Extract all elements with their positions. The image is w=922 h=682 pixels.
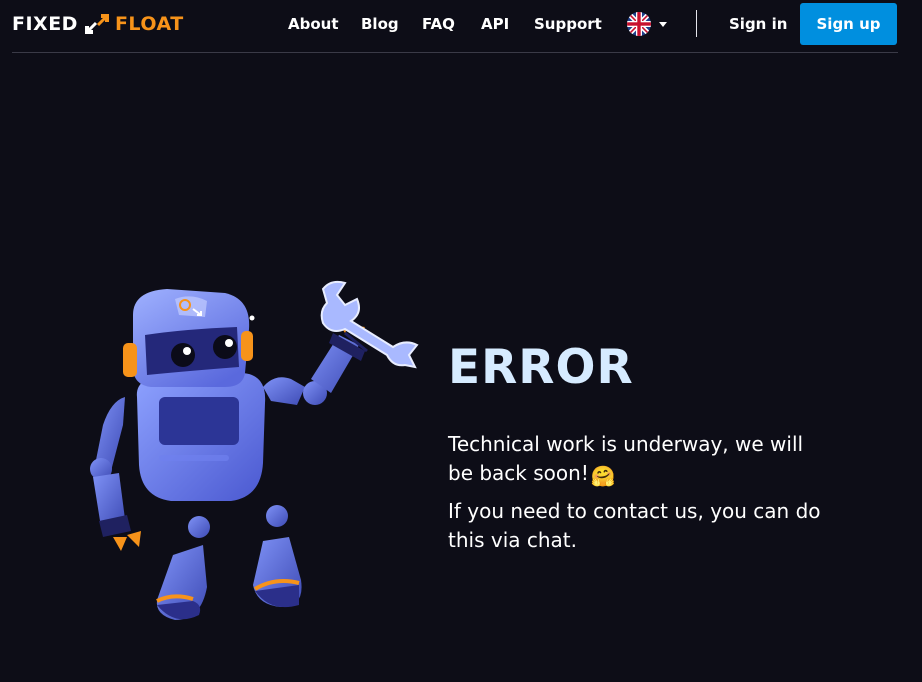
sign-up-button[interactable]: Sign up [800, 3, 897, 45]
robot-illustration [90, 280, 419, 620]
nav-blog-link[interactable]: Blog [361, 14, 399, 34]
error-message-text: Technical work is underway, we will be b… [448, 432, 804, 485]
logo-arrows-icon [84, 14, 109, 34]
chevron-down-icon [659, 22, 667, 27]
nav-about-link[interactable]: About [288, 14, 339, 34]
smiling-face-emoji: 🤗 [590, 464, 616, 488]
logo-text-fixed: FIXED [12, 13, 78, 35]
nav-faq-link[interactable]: FAQ [422, 14, 455, 34]
site-header: FIXED FLOAT About Blog FAQ API Support S… [0, 0, 922, 53]
error-message-primary: Technical work is underway, we will be b… [448, 430, 828, 491]
header-divider [696, 10, 697, 37]
logo-text-float: FLOAT [114, 13, 184, 35]
nav-support-link[interactable]: Support [534, 14, 602, 34]
error-message-contact: If you need to contact us, you can do th… [448, 499, 821, 552]
uk-flag-icon [627, 12, 651, 36]
language-selector[interactable] [627, 12, 670, 36]
error-title: ERROR [448, 340, 634, 395]
sign-in-link[interactable]: Sign in [729, 14, 787, 34]
fixedfloat-logo[interactable]: FIXED FLOAT [12, 12, 184, 36]
nav-api-link[interactable]: API [481, 14, 509, 34]
header-bottom-border [12, 52, 898, 53]
